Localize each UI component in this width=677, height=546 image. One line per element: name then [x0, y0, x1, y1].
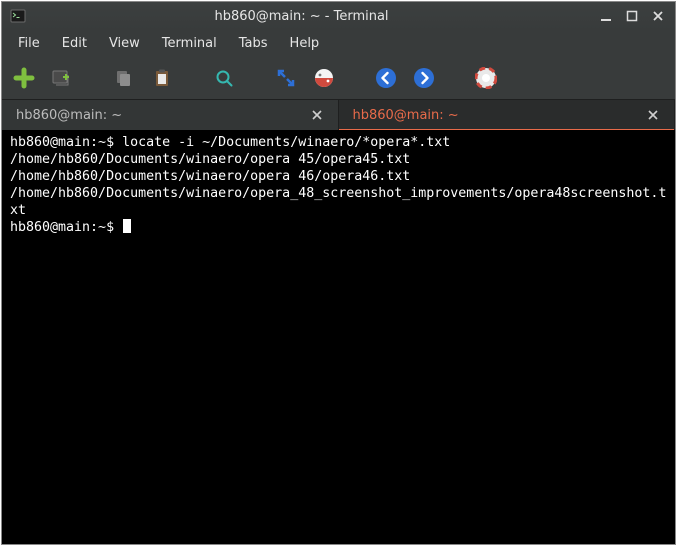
- close-icon[interactable]: [646, 110, 660, 120]
- titlebar: hb860@main: ~ - Terminal: [2, 2, 675, 30]
- tab-bar: hb860@main: ~ hb860@main: ~: [2, 100, 675, 130]
- terminal-line: hb860@main:~$ locate -i ~/Documents/wina…: [10, 134, 669, 151]
- new-window-icon[interactable]: [50, 66, 74, 90]
- terminal-line: hb860@main:~$: [10, 219, 669, 236]
- close-button[interactable]: [651, 9, 665, 23]
- terminal-output[interactable]: hb860@main:~$ locate -i ~/Documents/wina…: [2, 130, 675, 544]
- app-terminal-icon: [10, 8, 26, 24]
- terminal-line: /home/hb860/Documents/winaero/opera 45/o…: [10, 151, 669, 168]
- tab-label: hb860@main: ~: [353, 108, 459, 123]
- menu-tabs[interactable]: Tabs: [229, 33, 278, 54]
- terminal-line: /home/hb860/Documents/winaero/opera 46/o…: [10, 168, 669, 185]
- search-icon[interactable]: [212, 66, 236, 90]
- cursor: [123, 219, 131, 233]
- terminal-line: /home/hb860/Documents/winaero/opera_48_s…: [10, 185, 669, 219]
- back-icon[interactable]: [374, 66, 398, 90]
- forward-icon[interactable]: [412, 66, 436, 90]
- menu-edit[interactable]: Edit: [52, 33, 97, 54]
- terminal-window: hb860@main: ~ - Terminal File Edit View …: [1, 1, 676, 545]
- tab-label: hb860@main: ~: [16, 108, 122, 123]
- new-tab-icon[interactable]: [12, 66, 36, 90]
- window-title: hb860@main: ~ - Terminal: [34, 9, 589, 24]
- tab-2[interactable]: hb860@main: ~: [339, 100, 676, 130]
- paste-icon[interactable]: [150, 66, 174, 90]
- toolbar: [2, 56, 675, 100]
- preferences-icon[interactable]: [312, 66, 336, 90]
- menu-terminal[interactable]: Terminal: [152, 33, 227, 54]
- maximize-button[interactable]: [625, 9, 639, 23]
- copy-icon[interactable]: [112, 66, 136, 90]
- fullscreen-icon[interactable]: [274, 66, 298, 90]
- menu-view[interactable]: View: [99, 33, 150, 54]
- help-icon[interactable]: [474, 66, 498, 90]
- menu-help[interactable]: Help: [280, 33, 330, 54]
- window-controls: [589, 9, 675, 23]
- minimize-button[interactable]: [599, 9, 613, 23]
- menubar: File Edit View Terminal Tabs Help: [2, 30, 675, 56]
- close-icon[interactable]: [310, 110, 324, 120]
- menu-file[interactable]: File: [8, 33, 50, 54]
- tab-1[interactable]: hb860@main: ~: [2, 100, 339, 130]
